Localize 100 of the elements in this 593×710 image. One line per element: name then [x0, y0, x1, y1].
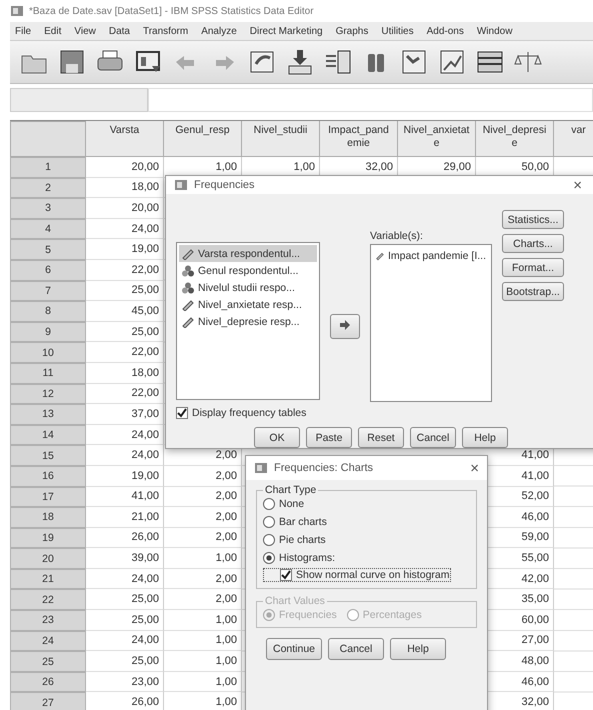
- close-icon[interactable]: ×: [573, 176, 582, 194]
- row-header[interactable]: 2: [10, 178, 86, 198]
- radio-button[interactable]: [263, 534, 275, 546]
- table-cell: 22,00: [86, 260, 164, 281]
- row-header[interactable]: 5: [10, 239, 86, 260]
- dialog-button[interactable]: Reset: [358, 427, 404, 448]
- row-header[interactable]: 17: [10, 486, 86, 508]
- close-icon[interactable]: ×: [470, 460, 479, 476]
- balls-icon: [182, 282, 194, 294]
- row-header[interactable]: 13: [10, 404, 86, 425]
- radio-button[interactable]: [263, 498, 275, 510]
- menu-item[interactable]: Direct Marketing: [250, 26, 323, 36]
- radio-button[interactable]: [263, 552, 275, 564]
- download-grid-icon[interactable]: [286, 48, 314, 76]
- menu-item[interactable]: Add-ons: [426, 26, 464, 36]
- variable-item[interactable]: Nivel_anxietate resp...: [179, 296, 317, 313]
- table-cell: 24,00: [86, 424, 164, 446]
- table-cell: 26,00: [86, 528, 164, 548]
- menu-item[interactable]: View: [74, 26, 96, 36]
- arrow-icon: [339, 318, 351, 330]
- row-header[interactable]: 22: [10, 589, 86, 610]
- row-header[interactable]: 16: [10, 466, 86, 486]
- window-title: *Baza de Date.sav [DataSet1] - IBM SPSS Statistics Data Editor: [29, 6, 314, 16]
- option-button[interactable]: Charts...: [502, 234, 564, 253]
- variable-item[interactable]: Impact pandemie [I...: [373, 247, 489, 264]
- row-header[interactable]: 9: [10, 322, 86, 342]
- menu-item[interactable]: File: [15, 26, 32, 36]
- row-header[interactable]: 3: [10, 198, 86, 219]
- normal-curve-checkbox[interactable]: [280, 569, 292, 581]
- group-label: Chart Values: [264, 595, 326, 607]
- menu-item[interactable]: Utilities: [381, 26, 414, 36]
- option-button[interactable]: Format...: [502, 258, 564, 277]
- row-header[interactable]: 21: [10, 568, 86, 590]
- radio-button[interactable]: [263, 516, 275, 528]
- display-tables-checkbox[interactable]: [176, 407, 188, 419]
- column-header[interactable]: Genul_resp: [164, 121, 242, 157]
- variables-label: Variable(s):: [370, 230, 424, 242]
- menu-item[interactable]: Transform: [142, 26, 188, 36]
- dialog-button[interactable]: OK: [254, 427, 300, 448]
- cell-reference-field[interactable]: [10, 88, 148, 112]
- table-cell: 25,00: [86, 280, 164, 302]
- row-header[interactable]: 4: [10, 218, 86, 240]
- row-header[interactable]: 25: [10, 651, 86, 672]
- radio-label: Frequencies: [279, 609, 337, 621]
- row-header[interactable]: 20: [10, 548, 86, 569]
- menu-item[interactable]: Data: [108, 26, 130, 36]
- column-header[interactable]: Varsta: [86, 121, 164, 157]
- move-button[interactable]: [330, 314, 360, 338]
- radio-label: Pie charts: [279, 534, 326, 546]
- menu-item[interactable]: Analyze: [201, 26, 237, 36]
- radio-label: None: [279, 498, 304, 510]
- column-header[interactable]: Nivel_depresi e: [476, 121, 554, 157]
- row-header[interactable]: 24: [10, 630, 86, 652]
- list-grid-icon[interactable]: [324, 48, 352, 76]
- table-cell: 2,00: [164, 466, 242, 486]
- radio-label: Percentages: [362, 609, 422, 621]
- dialog-button[interactable]: Cancel: [328, 638, 384, 660]
- dialog-button[interactable]: Paste: [306, 427, 352, 448]
- row-header[interactable]: 26: [10, 672, 86, 692]
- dialog-button[interactable]: Continue: [266, 638, 322, 660]
- column-header[interactable]: var: [554, 121, 593, 157]
- ruler-icon: [182, 316, 194, 328]
- menu-item[interactable]: Graphs: [336, 26, 368, 36]
- variable-item[interactable]: Nivelul studii respo...: [179, 279, 317, 296]
- row-header[interactable]: 14: [10, 424, 86, 446]
- row-header[interactable]: 12: [10, 384, 86, 404]
- save-icon[interactable]: [58, 48, 86, 76]
- dialog-button[interactable]: Help: [390, 638, 446, 660]
- row-header[interactable]: 8: [10, 301, 86, 322]
- table-cell: 1,00: [164, 630, 242, 652]
- option-button[interactable]: Bootstrap...: [502, 282, 564, 301]
- column-header[interactable]: Impact_pand emie: [320, 121, 398, 157]
- grid-chart-icon[interactable]: [400, 48, 428, 76]
- row-header[interactable]: 1: [10, 157, 86, 178]
- dialog-button[interactable]: Help: [462, 427, 508, 448]
- table-cell: 1,00: [164, 672, 242, 692]
- column-header[interactable]: Nivel_anxietat e: [398, 121, 476, 157]
- row-header[interactable]: 15: [10, 445, 86, 466]
- table-cell: 18,00: [86, 362, 164, 384]
- checkbox-label: Display frequency tables: [192, 407, 306, 419]
- dialog-icon: [254, 461, 268, 475]
- variable-item[interactable]: Genul respondentul...: [179, 262, 317, 279]
- row-header[interactable]: 7: [10, 280, 86, 302]
- menu-item[interactable]: Edit: [44, 26, 62, 36]
- row-header[interactable]: 18: [10, 507, 86, 528]
- table-cell: 2,00: [164, 486, 242, 508]
- menu-item[interactable]: Window: [476, 26, 512, 36]
- row-header[interactable]: 11: [10, 362, 86, 384]
- variable-item[interactable]: Varsta respondentul...: [179, 245, 317, 262]
- row-header[interactable]: 27: [10, 692, 86, 710]
- row-header[interactable]: 19: [10, 528, 86, 548]
- row-header[interactable]: 6: [10, 260, 86, 281]
- column-header[interactable]: Nivel_studii: [242, 121, 320, 157]
- option-button[interactable]: Statistics...: [502, 210, 564, 229]
- cell-edit-field[interactable]: [148, 88, 593, 112]
- row-header[interactable]: 10: [10, 342, 86, 363]
- table-cell: 20,00: [86, 157, 164, 178]
- row-header[interactable]: 23: [10, 610, 86, 631]
- variable-item[interactable]: Nivel_depresie resp...: [179, 313, 317, 330]
- dialog-button[interactable]: Cancel: [410, 427, 456, 448]
